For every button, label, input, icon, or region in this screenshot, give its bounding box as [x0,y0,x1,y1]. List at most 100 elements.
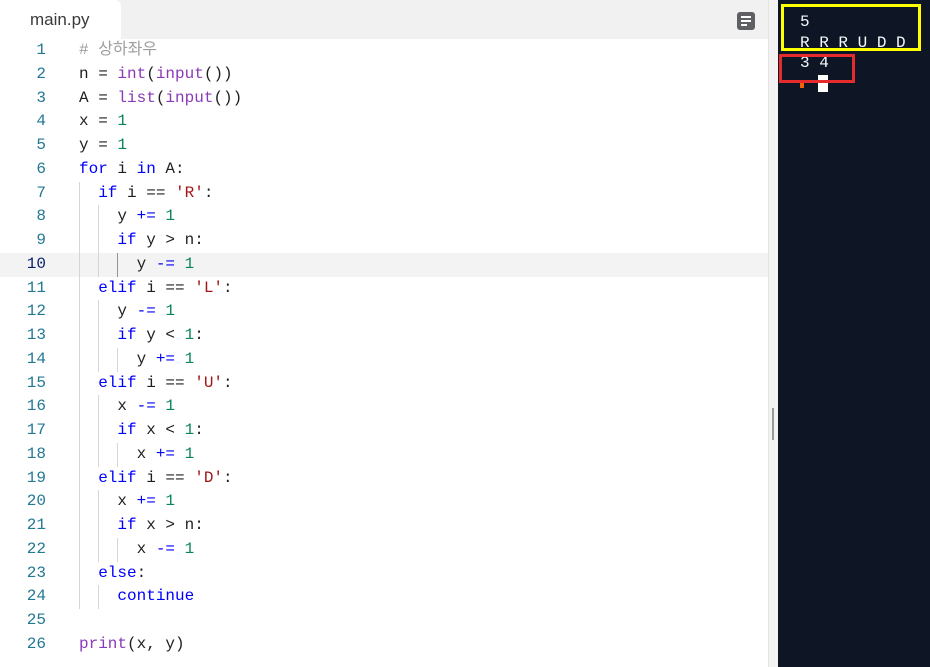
line-number: 11 [26,278,46,297]
plain-token: A = [79,88,118,107]
code-line[interactable]: 11 elif i == 'L': [0,276,768,301]
builtin-token: input [155,64,204,83]
outline-icon-line [741,16,751,18]
code-line-text: else: [79,562,146,586]
code-line[interactable]: 13 if y < 1: [0,324,768,348]
code-line[interactable]: 22 x -= 1 [0,537,768,562]
tab-main-py[interactable]: main.py [0,0,121,39]
line-number: 12 [26,302,46,321]
line-number: 9 [36,231,46,249]
console-pane[interactable]: 5R R R U D D3 4 [778,0,930,667]
splitter-grip-icon[interactable] [772,408,774,440]
keyword-token: if [117,231,137,249]
plain-token: : [194,421,204,439]
keyword-token: elif [98,468,137,487]
code-line[interactable]: 19 elif i == 'D': [0,466,768,491]
code-line[interactable]: 1 # 상하좌우 [0,39,768,63]
keyword-token: elif [98,278,137,297]
outline-icon-line [741,20,751,22]
keyword-token: if [117,421,137,439]
keyword-token: elif [98,373,137,392]
code-line[interactable]: 26 print(x, y) [0,633,768,657]
keyword-token: continue [117,587,195,606]
outline-icon[interactable] [737,12,755,30]
operator-token: -= [136,302,156,321]
code-line-text: A = list(input()) [79,87,242,111]
line-number: 18 [26,444,46,463]
line-number: 3 [36,88,46,107]
plain-token: y [79,254,156,273]
line-number: 23 [26,563,46,582]
red-highlight-box [779,54,855,83]
operator-token: -= [136,397,156,416]
number-token: 1 [117,112,128,131]
code-line[interactable]: 5 y = 1 [0,134,768,158]
plain-token: ( [155,88,166,107]
code-line[interactable]: 6 for i in A: [0,158,768,182]
plain-token: : [136,563,147,582]
code-line[interactable]: 17 if x < 1: [0,419,768,443]
code-line[interactable]: 16 x -= 1 [0,395,768,419]
string-token: 'L' [194,278,224,297]
code-line[interactable]: 14 y += 1 [0,347,768,372]
number-token: 1 [165,207,176,226]
pane-splitter[interactable] [768,0,778,667]
line-number: 7 [36,183,46,202]
plain-token: i [107,159,137,178]
plain-token: n = [79,64,118,83]
code-line[interactable]: 9 if y > n: [0,229,768,253]
code-line-text: y -= 1 [79,300,175,324]
code-line[interactable]: 15 elif i == 'U': [0,371,768,396]
number-token: 1 [184,421,195,439]
code-line-text: if i == 'R': [79,182,213,206]
code-area[interactable]: 1 # 상하좌우 2 n = int(input()) 3 A = list(input(… [0,39,768,657]
line-number: 16 [26,397,46,416]
line-number: 25 [26,611,46,629]
keyword-token: else [98,563,137,582]
code-line[interactable]: 4 x = 1 [0,110,768,134]
builtin-token: list [117,88,156,107]
code-line[interactable]: 10 y -= 1 [0,252,768,277]
plain-token: x = [79,112,118,131]
code-line[interactable]: 21 if x > n: [0,514,768,538]
line-number: 26 [26,634,46,653]
code-line-text: elif i == 'U': [79,372,232,396]
line-number: 1 [36,41,46,59]
code-line[interactable]: 18 x += 1 [0,442,768,467]
code-line[interactable]: 24 continue [0,585,768,609]
code-line[interactable]: 23 else: [0,561,768,586]
code-line-text: x += 1 [79,443,195,467]
code-line[interactable]: 25 [0,609,768,633]
string-token: 'U' [194,373,224,392]
operator-token: += [136,492,156,511]
plain-token: : [194,326,204,344]
comment-token: # 상하좌우 [79,41,158,59]
operator-token: += [136,207,156,226]
keyword-token: for [79,159,108,178]
code-line[interactable]: 3 A = list(input()) [0,87,768,111]
code-editor[interactable]: main.py 1 # 상하좌우 2 n = int(input()) 3 A = lis… [0,0,768,667]
plain-token: A: [155,159,185,178]
plain-token: y = [79,136,118,154]
code-line[interactable]: 7 if i == 'R': [0,181,768,206]
line-number: 21 [26,516,46,534]
plain-token: x [79,492,137,511]
keyword-token: if [117,516,137,534]
builtin-token: int [117,64,147,83]
plain-token: i == [136,468,195,487]
code-line[interactable]: 2 n = int(input()) [0,63,768,87]
plain-token: y [79,302,137,321]
line-number: 22 [26,539,46,558]
code-line[interactable]: 20 x += 1 [0,490,768,514]
code-line-text: print(x, y) [79,633,185,657]
code-line[interactable]: 12 y -= 1 [0,300,768,324]
code-line[interactable]: 8 y += 1 [0,205,768,229]
operator-token: -= [155,539,176,558]
